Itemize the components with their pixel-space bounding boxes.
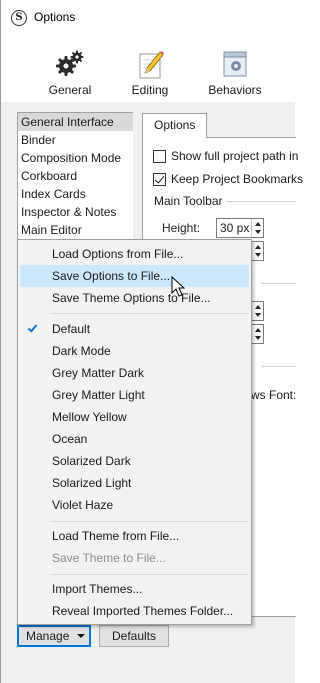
category-corkboard[interactable]: Corkboard (18, 167, 133, 185)
gears-icon (56, 50, 84, 76)
keep-bookmarks-checkbox[interactable] (153, 172, 166, 186)
menu-load-theme[interactable]: Load Theme from File... (20, 525, 249, 547)
mouse-cursor-icon (171, 276, 186, 297)
toolbar-editing-button[interactable]: Editing (115, 48, 185, 98)
category-main-editor[interactable]: Main Editor (18, 221, 133, 239)
tab-strip: Options (142, 113, 296, 138)
toolbar-behaviors-label: Behaviors (208, 83, 262, 97)
show-full-path-label: Show full project path in (171, 149, 299, 163)
keep-bookmarks-label: Keep Project Bookmarks (171, 172, 304, 186)
section-divider (261, 366, 296, 367)
manage-button[interactable]: Manage (17, 625, 91, 647)
windows-font-label: ws Font: (251, 388, 297, 402)
defaults-button[interactable]: Defaults (99, 625, 169, 647)
pencil-paper-icon (139, 51, 164, 79)
menu-theme-default-label: Default (52, 322, 91, 336)
show-full-path-option[interactable]: Show full project path in (153, 148, 298, 164)
tab-options[interactable]: Options (142, 113, 207, 138)
window-title: Options (34, 10, 76, 24)
menu-reveal-themes-folder[interactable]: Reveal Imported Themes Folder... (20, 600, 249, 622)
show-full-path-checkbox[interactable] (153, 149, 166, 163)
toolbar-behaviors-button[interactable]: Behaviors (200, 48, 270, 98)
category-binder[interactable]: Binder (18, 131, 133, 149)
menu-theme-violet-haze[interactable]: Violet Haze (20, 494, 249, 516)
options-window: S Options General Editing Behaviors Gene… (0, 0, 303, 683)
stepper-arrows[interactable] (251, 325, 263, 343)
category-general-interface[interactable]: General Interface (18, 113, 133, 131)
menu-load-options[interactable]: Load Options from File... (20, 243, 249, 265)
chevron-down-icon (77, 634, 85, 638)
category-composition-mode[interactable]: Composition Mode (18, 149, 133, 167)
toolbar-general-label: General (48, 83, 92, 97)
stepper-down-icon[interactable] (255, 313, 261, 317)
stepper-arrows[interactable] (251, 302, 263, 320)
menu-theme-solarized-dark[interactable]: Solarized Dark (20, 450, 249, 472)
menu-theme-solarized-light[interactable]: Solarized Light (20, 472, 249, 494)
menu-theme-dark-mode[interactable]: Dark Mode (20, 340, 249, 362)
manage-menu: Load Options from File... Save Options t… (17, 239, 252, 625)
app-icon: S (11, 10, 27, 26)
size-stepper-arrows[interactable] (251, 242, 263, 260)
toolbar-editing-label: Editing (131, 83, 169, 97)
menu-save-options[interactable]: Save Options to File... (20, 265, 249, 287)
height-value: 30 px (220, 221, 250, 235)
options-toolbar: General Editing Behaviors (1, 34, 296, 102)
main-toolbar-group-label: Main Toolbar (154, 194, 223, 208)
menu-save-theme-options[interactable]: Save Theme Options to File... (20, 287, 249, 309)
keep-bookmarks-option[interactable]: Keep Project Bookmarks (153, 171, 303, 187)
category-index-cards[interactable]: Index Cards (18, 185, 133, 203)
category-inspector-notes[interactable]: Inspector & Notes (18, 203, 133, 221)
height-label: Height: (162, 221, 201, 235)
menu-separator (51, 574, 248, 575)
stepper-down-icon[interactable] (255, 253, 261, 257)
checkmark-icon (27, 322, 38, 333)
menu-separator (51, 313, 248, 314)
category-list[interactable]: General Interface Binder Composition Mod… (17, 112, 133, 242)
group-divider (227, 201, 296, 202)
manage-button-label: Manage (26, 629, 70, 643)
menu-theme-ocean[interactable]: Ocean (20, 428, 249, 450)
menu-theme-grey-matter-light[interactable]: Grey Matter Light (20, 384, 249, 406)
window-gear-icon (223, 51, 247, 77)
toolbar-general-button[interactable]: General (35, 48, 105, 98)
stepper-down-icon[interactable] (255, 336, 261, 340)
menu-theme-default[interactable]: Default (20, 318, 249, 340)
menu-save-theme: Save Theme to File... (52, 551, 166, 565)
stepper-up-icon[interactable] (255, 222, 261, 226)
menu-import-themes[interactable]: Import Themes... (20, 578, 249, 600)
stepper-down-icon[interactable] (255, 230, 261, 234)
title-bar[interactable]: S Options (1, 0, 296, 34)
stepper-up-icon[interactable] (255, 245, 261, 249)
stepper-up-icon[interactable] (255, 305, 261, 309)
menu-separator (51, 521, 248, 522)
height-stepper-arrows[interactable] (251, 219, 263, 237)
menu-theme-mellow-yellow[interactable]: Mellow Yellow (20, 406, 249, 428)
section-divider (261, 283, 296, 284)
stepper-up-icon[interactable] (255, 328, 261, 332)
height-stepper[interactable]: 30 px (216, 218, 264, 238)
menu-theme-grey-matter-dark[interactable]: Grey Matter Dark (20, 362, 249, 384)
